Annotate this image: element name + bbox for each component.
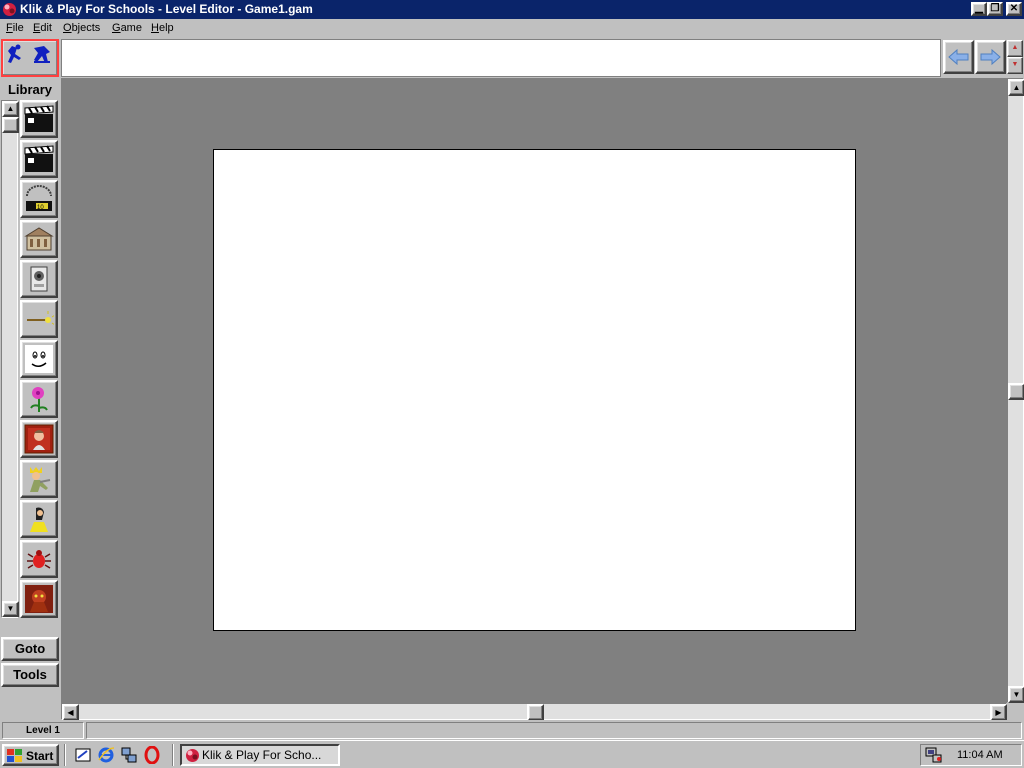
library-item-building[interactable] <box>20 220 58 258</box>
windows-logo-icon <box>7 749 22 762</box>
library-item-red-creature[interactable] <box>20 580 58 618</box>
taskbar-clock[interactable]: 11:04 AM <box>957 749 1003 761</box>
next-frame-button[interactable] <box>975 40 1006 74</box>
face-icon <box>25 345 53 373</box>
svg-text:10: 10 <box>37 205 44 211</box>
clapperboard-icon <box>24 145 54 172</box>
close-button[interactable]: ✕ <box>1006 2 1022 16</box>
start-button[interactable]: Start <box>2 744 59 766</box>
counter-icon: 10 <box>26 185 52 211</box>
vertical-scroll-up[interactable]: ▲ <box>1008 79 1024 96</box>
opera-icon[interactable] <box>143 746 161 764</box>
library-item-portrait-woman[interactable] <box>20 420 58 458</box>
editor-mode-button[interactable] <box>1 39 59 77</box>
window-title: Klik & Play For Schools - Level Editor -… <box>20 2 313 16</box>
taskbar-task-klik-play[interactable]: Klik & Play For Scho... <box>180 744 340 766</box>
wand-icon <box>27 311 54 325</box>
library-item-speaker-device[interactable] <box>20 260 58 298</box>
previous-frame-button[interactable] <box>943 40 974 74</box>
king-icon <box>30 467 51 492</box>
triangle-down-icon: ▼ <box>6 604 15 613</box>
network-icon[interactable] <box>120 746 138 764</box>
menu-file[interactable]: File <box>6 22 24 34</box>
close-icon: ✕ <box>1009 3 1019 14</box>
vertical-scroll-down[interactable]: ▼ <box>1008 686 1024 703</box>
status-level: Level 1 <box>2 722 84 739</box>
status-message-area <box>86 722 1022 739</box>
taskbar: Start Klik & Play For Scho... 11:04 AM <box>0 740 1024 768</box>
bug-icon <box>27 550 51 569</box>
klik-play-app-icon <box>3 3 16 16</box>
taskbar-separator <box>64 744 66 766</box>
library-item-red-bug[interactable] <box>20 540 58 578</box>
goto-button[interactable]: Goto <box>1 637 59 661</box>
menu-edit[interactable]: Edit <box>33 22 52 34</box>
library-label: Library <box>7 82 53 97</box>
workspace-horizontal-scrollbar[interactable]: ◀ ▶ <box>61 703 1007 721</box>
portrait-icon <box>24 424 54 454</box>
start-label: Start <box>26 749 54 763</box>
taskbar-separator <box>172 744 174 766</box>
clapperboard-icon <box>24 105 54 132</box>
library-item-yellow-person[interactable] <box>20 500 58 538</box>
internet-explorer-icon[interactable] <box>97 746 115 764</box>
triangle-up-icon: ▲ <box>6 104 15 113</box>
toolbar-area <box>61 39 941 77</box>
horizontal-scroll-left[interactable]: ◀ <box>62 704 79 721</box>
library-item-clapperboard-2[interactable] <box>20 140 58 178</box>
library-scroll-thumb[interactable] <box>2 117 19 133</box>
level-workspace[interactable] <box>61 78 1007 703</box>
menu-help[interactable]: Help <box>151 22 174 34</box>
triangle-up-icon: ▲ <box>1012 83 1021 92</box>
creature-icon <box>25 585 53 613</box>
tools-button[interactable]: Tools <box>1 663 59 687</box>
minimize-icon: ▁ <box>975 3 983 14</box>
library-item-magic-wand[interactable] <box>20 300 58 338</box>
toolbar-scroll-up[interactable]: ▲ <box>1007 40 1023 57</box>
triangle-down-icon: ▼ <box>1011 61 1019 68</box>
restore-button[interactable]: ❐ <box>987 2 1003 16</box>
title-bar[interactable]: Klik & Play For Schools - Level Editor -… <box>0 0 1024 19</box>
editor-toolbar: ▲ ▼ <box>0 38 1024 78</box>
triangle-left-icon: ◀ <box>67 708 74 717</box>
arrow-left-icon <box>948 48 969 66</box>
horizontal-scroll-thumb[interactable] <box>527 704 544 721</box>
arrow-right-icon <box>980 48 1001 66</box>
library-item-smiley-face[interactable] <box>20 340 58 378</box>
toolbar-scroll-down[interactable]: ▼ <box>1007 57 1023 74</box>
status-bar: Level 1 <box>0 720 1024 740</box>
show-desktop-icon[interactable] <box>74 746 92 764</box>
runner-icon <box>4 42 56 74</box>
library-scroll-down[interactable]: ▼ <box>2 601 19 617</box>
vertical-scroll-thumb[interactable] <box>1008 383 1024 400</box>
triangle-right-icon: ▶ <box>995 708 1002 717</box>
workspace-vertical-scrollbar[interactable]: ▲ ▼ <box>1007 78 1024 703</box>
building-icon <box>24 227 54 251</box>
level-frame-canvas[interactable] <box>213 149 856 631</box>
library-item-flower[interactable] <box>20 380 58 418</box>
library-panel: Library ▲ ▼ 10 Goto Tools <box>0 78 61 720</box>
minimize-button[interactable]: ▁ <box>971 2 987 16</box>
library-scrollbar[interactable]: ▲ ▼ <box>1 100 19 618</box>
triangle-down-icon: ▼ <box>1012 690 1021 699</box>
library-item-clapperboard-1[interactable] <box>20 100 58 138</box>
library-scroll-up[interactable]: ▲ <box>2 101 19 117</box>
speaker-icon <box>30 266 48 292</box>
menu-objects[interactable]: Objects <box>63 22 100 34</box>
klik-play-app-icon <box>186 749 199 762</box>
system-tray: 11:04 AM <box>920 744 1022 766</box>
person-icon <box>30 507 48 532</box>
library-item-king-character[interactable] <box>20 460 58 498</box>
tray-network-icon[interactable] <box>925 747 943 763</box>
horizontal-scroll-right[interactable]: ▶ <box>990 704 1007 721</box>
library-item-score-counter[interactable]: 10 <box>20 180 58 218</box>
task-label: Klik & Play For Scho... <box>202 748 322 762</box>
flower-icon <box>30 387 48 412</box>
restore-icon: ❐ <box>990 3 1000 14</box>
toolbar-scroll[interactable]: ▲ ▼ <box>1007 40 1023 76</box>
triangle-up-icon: ▲ <box>1011 44 1019 51</box>
menu-game[interactable]: Game <box>112 22 142 34</box>
menu-bar: File Edit Objects Game Help <box>0 19 1024 38</box>
